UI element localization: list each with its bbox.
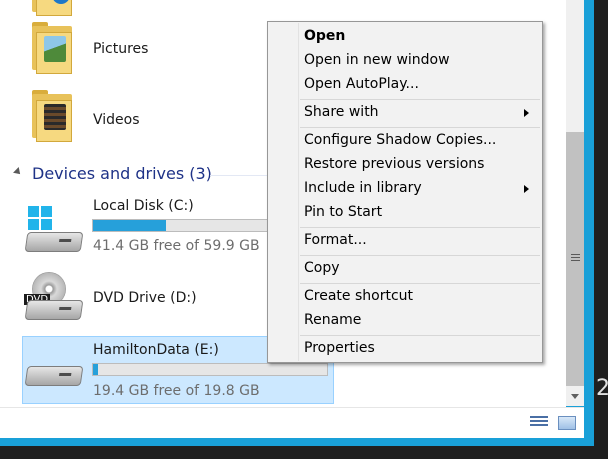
details-view-icon[interactable] — [530, 416, 548, 430]
drive-usage-fill-e — [93, 364, 98, 375]
pictures-folder-icon[interactable] — [28, 22, 76, 74]
menu-item-open-new-window[interactable]: Open in new window — [304, 52, 450, 68]
context-menu: Open Open in new window Open AutoPlay...… — [267, 21, 543, 363]
edge-text: 2 — [596, 376, 608, 401]
menu-item-open[interactable]: Open — [304, 28, 345, 44]
drive-label-c[interactable]: Local Disk (C:) — [93, 198, 194, 214]
menu-separator — [300, 255, 540, 256]
scrollbar-grip-icon — [571, 254, 580, 262]
folder-icon — [28, 0, 76, 16]
collapse-arrow-icon[interactable] — [13, 167, 23, 177]
drive-usage-fill-c — [93, 220, 166, 231]
menu-item-include-in-library[interactable]: Include in library — [304, 180, 422, 196]
menu-item-pin-to-start[interactable]: Pin to Start — [304, 204, 382, 220]
removable-drive-icon[interactable] — [24, 344, 86, 394]
menu-item-format[interactable]: Format... — [304, 232, 367, 248]
videos-folder-icon[interactable] — [28, 90, 76, 142]
menu-gutter — [298, 23, 299, 361]
menu-separator — [300, 127, 540, 128]
menu-item-open-autoplay[interactable]: Open AutoPlay... — [304, 76, 419, 92]
folder-label-pictures[interactable]: Pictures — [93, 41, 148, 57]
folder-label-videos[interactable]: Videos — [93, 112, 140, 128]
tiles-view-icon[interactable] — [558, 416, 576, 430]
drive-label-d[interactable]: DVD Drive (D:) — [93, 290, 197, 306]
submenu-arrow-icon — [524, 109, 529, 117]
drive-free-space-c: 41.4 GB free of 59.9 GB — [93, 238, 260, 254]
drive-free-space-e: 19.4 GB free of 19.8 GB — [93, 383, 260, 399]
drive-usage-bar-e — [92, 363, 328, 376]
menu-item-configure-shadow-copies[interactable]: Configure Shadow Copies... — [304, 132, 496, 148]
menu-item-create-shortcut[interactable]: Create shortcut — [304, 288, 413, 304]
menu-item-properties[interactable]: Properties — [304, 340, 375, 356]
scroll-down-button[interactable] — [566, 386, 584, 406]
drive-label-e[interactable]: HamiltonData (E:) — [93, 342, 219, 358]
menu-separator — [300, 99, 540, 100]
submenu-arrow-icon — [524, 185, 529, 193]
local-disk-icon[interactable] — [24, 206, 86, 256]
devices-and-drives-header[interactable]: Devices and drives (3) — [13, 164, 290, 186]
menu-item-share-with[interactable]: Share with — [304, 104, 379, 120]
menu-item-copy[interactable]: Copy — [304, 260, 340, 276]
section-title: Devices and drives (3) — [32, 164, 212, 183]
menu-item-rename[interactable]: Rename — [304, 312, 361, 328]
menu-item-restore-previous-versions[interactable]: Restore previous versions — [304, 156, 484, 172]
menu-separator — [300, 227, 540, 228]
status-bar — [0, 407, 584, 438]
menu-separator — [300, 283, 540, 284]
menu-separator — [300, 335, 540, 336]
dvd-drive-icon[interactable]: DVD — [24, 272, 86, 322]
